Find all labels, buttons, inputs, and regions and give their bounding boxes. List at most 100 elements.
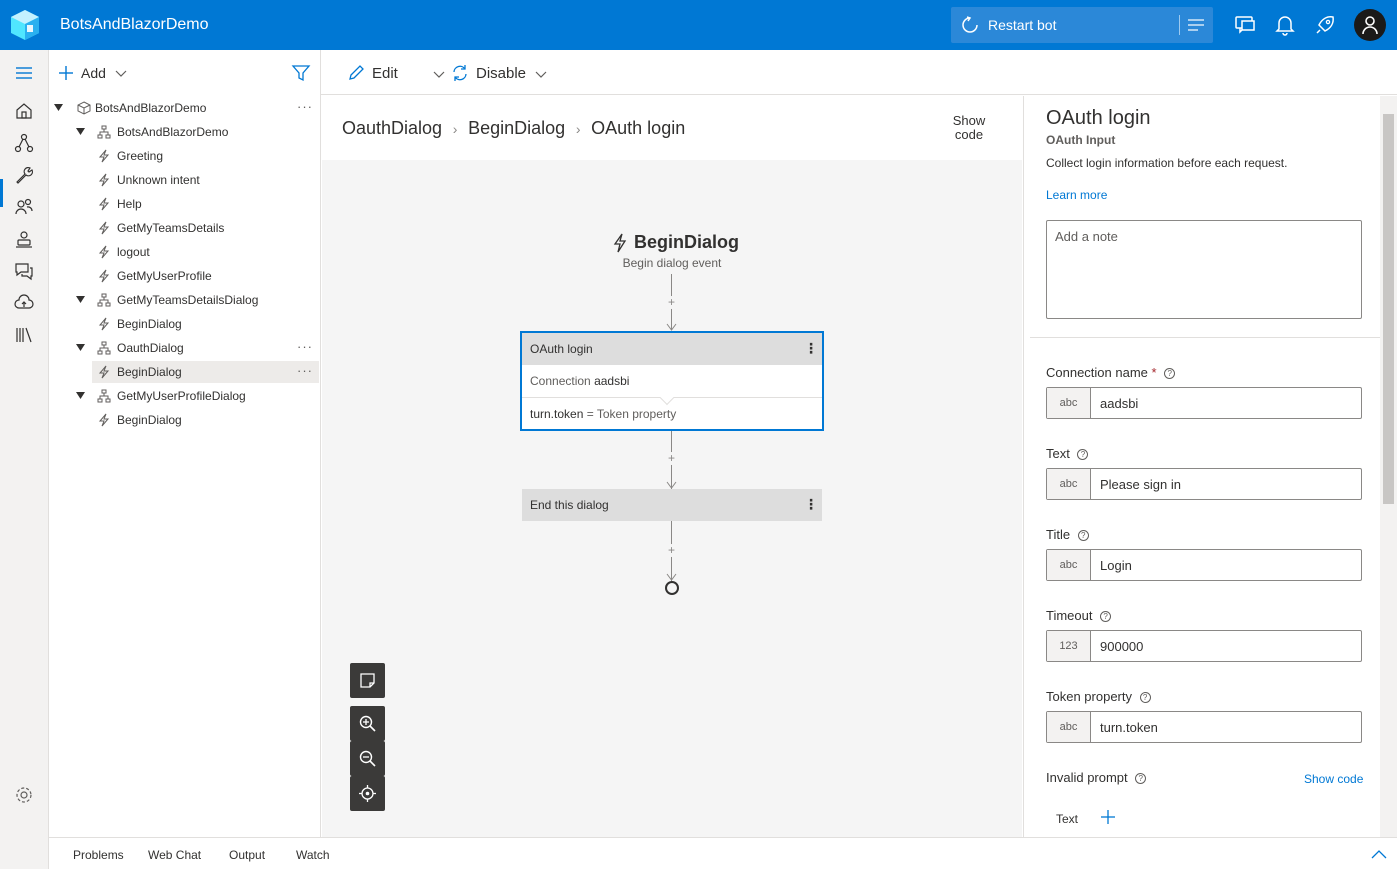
tree-item[interactable]: Help [49,193,321,215]
timeout-label: Timeout ? [1046,608,1112,623]
chevron-up-icon[interactable] [1371,848,1387,860]
title-input[interactable] [1100,557,1350,573]
tab-web-chat[interactable]: Web Chat [148,848,201,862]
breadcrumb-item[interactable]: BeginDialog [468,118,565,138]
tree-item[interactable]: BeginDialog [49,313,321,335]
text-response-tab[interactable]: Text [1056,812,1078,826]
webchat-icon[interactable] [1234,14,1256,36]
design-flow-icon[interactable] [13,132,35,154]
home-icon[interactable] [13,100,35,122]
library-icon[interactable] [13,324,35,346]
help-icon[interactable]: ? [1100,611,1112,622]
node-title: OAuth login [530,342,593,356]
scrollbar-thumb[interactable] [1383,114,1394,504]
token-key: turn.token [530,407,584,421]
type-badge[interactable]: 123 [1047,631,1091,661]
tree-item[interactable]: GetMyTeamsDetails [49,217,321,239]
bottom-panel-bar: Problems Web Chat Output Watch [49,837,1397,869]
filter-icon[interactable] [291,63,311,83]
more-horizontal-icon[interactable]: ··· [297,363,313,378]
tab-problems[interactable]: Problems [73,848,124,862]
recenter-button[interactable] [350,776,385,811]
help-icon[interactable]: ? [1077,530,1089,541]
more-horizontal-icon[interactable]: ··· [297,99,313,114]
bell-icon[interactable] [1274,14,1296,36]
rocket-icon[interactable] [1314,14,1336,36]
more-horizontal-icon[interactable]: ··· [297,339,313,354]
connection-name-input[interactable] [1100,395,1350,411]
tab-watch[interactable]: Watch [296,848,330,862]
note-textarea[interactable] [1046,220,1362,319]
end-dialog-node[interactable]: End this dialog ⋮ [522,489,822,521]
chevron-down-icon [535,71,547,78]
caret-down-icon[interactable] [76,128,85,136]
text-field: abc [1046,468,1362,500]
caret-down-icon[interactable] [76,392,85,400]
avatar[interactable] [1354,9,1386,41]
restart-bot-button[interactable]: Restart bot [951,7,1213,43]
users-icon[interactable] [13,196,35,218]
breadcrumb-item[interactable]: OAuth login [591,118,685,138]
help-icon[interactable]: ? [1164,368,1176,379]
type-badge[interactable]: abc [1047,550,1091,580]
cloud-publish-icon[interactable] [13,292,35,314]
edit-label: Edit [372,65,398,82]
add-node-button[interactable]: + [665,544,678,557]
zoom-in-button[interactable] [350,706,385,741]
settings-gear-icon[interactable] [13,784,35,806]
map-icon [360,673,375,688]
add-node-button[interactable]: + [665,452,678,465]
zoom-out-button[interactable] [350,741,385,776]
add-label: Add [81,65,106,81]
learn-more-link[interactable]: Learn more [1046,188,1107,202]
wrench-icon[interactable] [13,164,35,186]
caret-down-icon[interactable] [76,344,85,352]
type-badge[interactable]: abc [1047,712,1091,742]
locate-icon [359,785,376,802]
tree-item[interactable]: GetMyUserProfileDialog [49,385,321,407]
show-code-button[interactable]: Show code [944,114,994,142]
caret-down-icon[interactable] [54,104,63,112]
visual-editor-canvas[interactable]: BeginDialog Begin dialog event + OAuth l… [322,160,1022,837]
help-icon[interactable]: ? [1077,449,1089,460]
connection-name-field: abc [1046,387,1362,419]
help-icon[interactable]: ? [1139,692,1151,703]
help-icon[interactable]: ? [1135,773,1147,784]
add-node-button[interactable]: + [665,296,678,309]
props-scrollbar[interactable] [1380,96,1397,837]
qna-icon[interactable] [13,260,35,282]
tree-item[interactable]: BeginDialog ··· [92,361,319,383]
tab-output[interactable]: Output [229,848,265,862]
tree-item[interactable]: GetMyTeamsDetailsDialog [49,289,321,311]
tree-item-label: BeginDialog [117,317,182,331]
tree-item[interactable]: Greeting [49,145,321,167]
caret-down-icon[interactable] [76,296,85,304]
more-vertical-icon[interactable]: ⋮ [804,340,818,357]
text-input[interactable] [1100,476,1350,492]
hamburger-icon[interactable] [13,62,35,84]
chevron-right-icon: › [575,121,581,137]
timeout-input[interactable] [1100,638,1350,654]
tree-item[interactable]: BotsAndBlazorDemo ··· [49,97,321,119]
show-code-line: Show [952,113,986,128]
tree-item[interactable]: BotsAndBlazorDemo [49,121,321,143]
tree-item[interactable]: Unknown intent [49,169,321,191]
start-options-icon[interactable] [1186,17,1206,33]
type-badge[interactable]: abc [1047,469,1091,499]
bot-icon[interactable] [13,228,35,250]
type-badge[interactable]: abc [1047,388,1091,418]
tree-item[interactable]: GetMyUserProfile [49,265,321,287]
breadcrumb-item[interactable]: OauthDialog [342,118,442,138]
oauth-login-node[interactable]: OAuth login ⋮ Connection aadsbi turn.tok… [520,331,824,431]
tree-item-label: logout [117,245,150,259]
tree-item[interactable]: OauthDialog ··· [49,337,321,359]
plus-icon[interactable] [1100,809,1116,825]
props-description: Collect login information before each re… [1046,156,1288,170]
canvas-header: OauthDialog › BeginDialog › OAuth login Show… [322,96,1022,160]
token-property-input[interactable] [1100,719,1350,735]
show-code-link[interactable]: Show code [1304,772,1363,786]
minimap-button[interactable] [350,663,385,698]
tree-item[interactable]: logout [49,241,321,263]
more-vertical-icon[interactable]: ⋮ [804,496,818,513]
tree-item[interactable]: BeginDialog [49,409,321,431]
